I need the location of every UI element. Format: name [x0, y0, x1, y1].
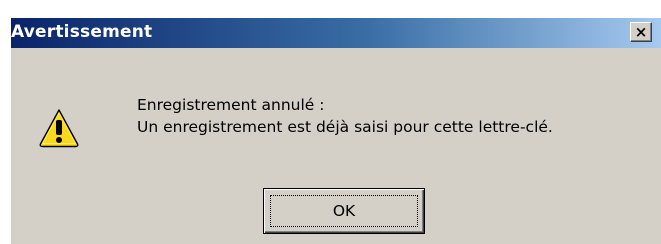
dialog-title: Avertissement [11, 22, 153, 42]
message-text: Enregistrement annulé : Un enregistremen… [137, 94, 553, 138]
warning-icon [39, 109, 79, 148]
ok-button[interactable]: OK [263, 188, 425, 234]
warning-dialog: Avertissement × Enregistrement annulé : … [10, 18, 661, 244]
close-icon: × [634, 22, 648, 41]
title-bar[interactable]: Avertissement × [11, 18, 661, 48]
ok-button-label: OK [270, 195, 418, 227]
message-line-1: Enregistrement annulé : [137, 96, 325, 114]
close-button[interactable]: × [630, 22, 652, 42]
message-line-2: Un enregistrement est déjà saisi pour ce… [137, 118, 553, 136]
